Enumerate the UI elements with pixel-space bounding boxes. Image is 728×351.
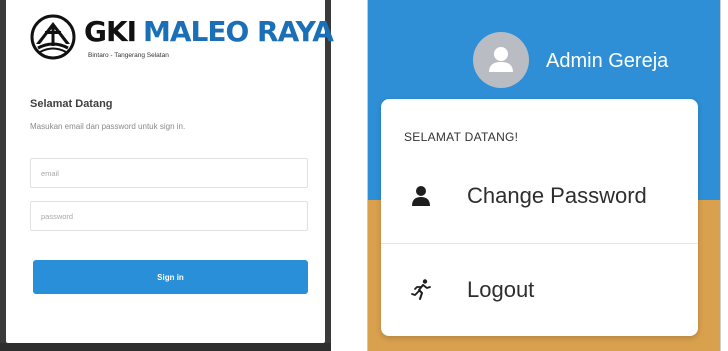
user-menu-toggle[interactable]: Admin Gereja — [473, 32, 713, 88]
welcome-title: Selamat Datang — [30, 98, 113, 110]
welcome-subtitle: Masukan email dan password untuk sign in… — [30, 122, 186, 131]
logo-word-gki: GKI — [84, 15, 137, 48]
sign-in-button[interactable]: Sign in — [33, 260, 308, 294]
login-frame-bottom-edge — [0, 343, 331, 351]
church-emblem-icon — [30, 14, 76, 60]
user-icon — [412, 186, 430, 206]
password-field[interactable] — [30, 201, 308, 231]
running-person-icon — [411, 279, 431, 300]
login-card: GKI MALEO RAYA Bintaro - Tangerang Selat… — [6, 0, 334, 343]
logo-subtitle: Bintaro - Tangerang Selatan — [88, 52, 169, 59]
dropdown-header: SELAMAT DATANG! — [404, 130, 519, 144]
change-password-label: Change Password — [467, 183, 647, 208]
user-dropdown-menu: SELAMAT DATANG! Change Password Logout — [381, 99, 698, 336]
email-field[interactable] — [30, 158, 308, 188]
brand-logo: GKI MALEO RAYA Bintaro - Tangerang Selat… — [30, 12, 334, 70]
logo-word-maleo-raya: MALEO RAYA — [143, 15, 334, 48]
change-password-menu-item[interactable]: Change Password — [381, 165, 698, 227]
screenshot-canvas: GKI MALEO RAYA Bintaro - Tangerang Selat… — [0, 0, 728, 351]
logout-label: Logout — [467, 277, 535, 302]
user-avatar-icon — [489, 47, 513, 72]
logout-menu-item[interactable]: Logout — [381, 259, 698, 321]
dashboard-header: Admin Gereja SELAMAT DATANG! Change Pass… — [367, 0, 721, 351]
login-screen: GKI MALEO RAYA Bintaro - Tangerang Selat… — [0, 0, 334, 351]
menu-divider — [381, 243, 698, 244]
user-name: Admin Gereja — [546, 50, 669, 72]
avatar — [473, 32, 529, 88]
